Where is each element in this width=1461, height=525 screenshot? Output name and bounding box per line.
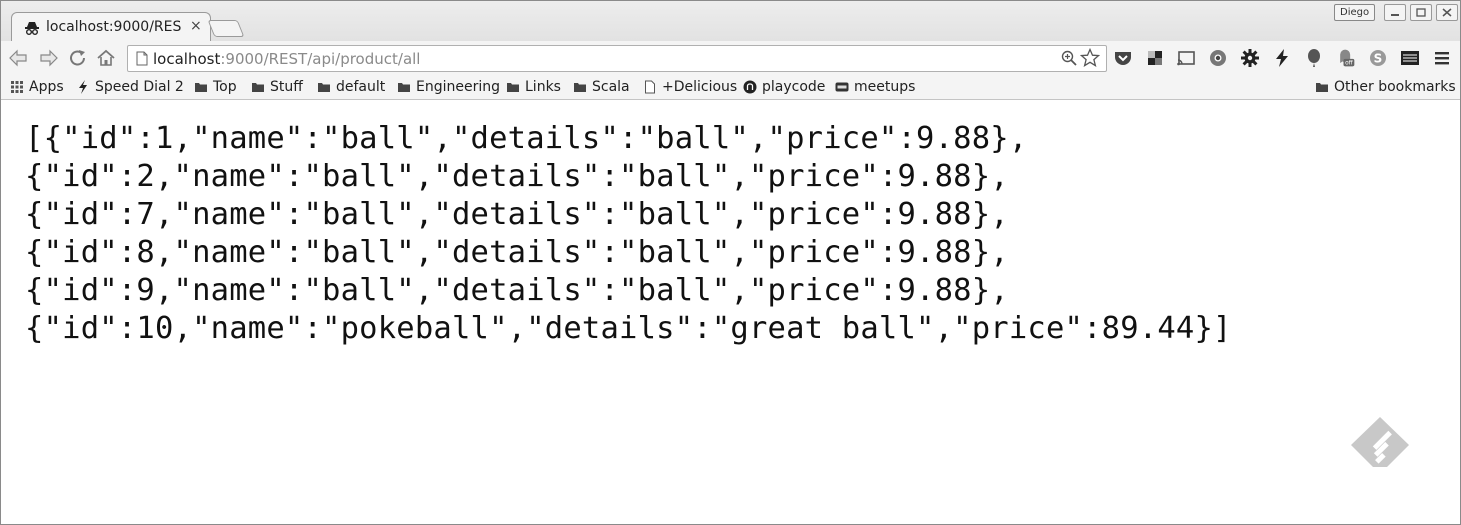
ghostery-off-icon[interactable]: off xyxy=(1336,48,1356,68)
bookmark-star-icon[interactable] xyxy=(1080,48,1100,68)
bookmark-folder-engineering[interactable]: Engineering xyxy=(397,78,500,96)
bookmark-folder-links[interactable]: Links xyxy=(506,78,561,96)
folder-icon xyxy=(1316,83,1328,92)
bookmark-folder-default[interactable]: default xyxy=(317,78,385,96)
folder-icon xyxy=(318,83,330,92)
back-arrow-icon[interactable] xyxy=(7,48,29,68)
feedly-logo-icon[interactable] xyxy=(1345,415,1415,475)
json-line: {"id":8,"name":"ball","details":"ball","… xyxy=(25,235,1009,270)
json-response-body: [{"id":1,"name":"ball","details":"ball",… xyxy=(25,120,1445,348)
json-line: {"id":10,"name":"pokeball","details":"gr… xyxy=(25,311,1232,346)
bookmark-playcode[interactable]: playcode xyxy=(743,78,825,96)
incognito-spy-icon xyxy=(25,22,39,35)
bookmark-folder-stuff[interactable]: Stuff xyxy=(251,78,303,96)
tab-close-icon[interactable]: × xyxy=(190,18,202,34)
bookmark-meetups[interactable]: meetups xyxy=(835,78,915,96)
spreadsheet-icon[interactable] xyxy=(1400,48,1420,68)
tab-active[interactable]: localhost:9000/RES × xyxy=(11,12,211,42)
json-line: {"id":9,"name":"ball","details":"ball","… xyxy=(25,273,1009,308)
balloon-icon[interactable] xyxy=(1304,48,1324,68)
folder-icon xyxy=(252,83,264,92)
apps-grid-icon xyxy=(11,81,23,93)
json-line: [{"id":1,"name":"ball","details":"ball",… xyxy=(25,121,1028,156)
minimize-button[interactable] xyxy=(1384,4,1406,21)
menu-icon[interactable] xyxy=(1432,48,1452,68)
bookmark-folder-scala[interactable]: Scala xyxy=(573,78,630,96)
bookmark-folder-top[interactable]: Top xyxy=(194,78,237,96)
reload-icon[interactable] xyxy=(67,48,89,68)
tab-title: localhost:9000/RES xyxy=(46,19,182,35)
json-line: {"id":2,"name":"ball","details":"ball","… xyxy=(25,159,1009,194)
navigation-toolbar: localhost:9000/REST/api/product/all off … xyxy=(1,41,1460,74)
profile-badge[interactable]: Diego xyxy=(1334,4,1376,21)
page-icon xyxy=(645,80,655,94)
lightning-icon[interactable] xyxy=(1272,48,1292,68)
home-icon[interactable] xyxy=(95,48,117,68)
cast-icon[interactable] xyxy=(1176,48,1196,68)
bookmarks-bar: Apps Speed Dial 2 Top Stuff default Engi… xyxy=(1,74,1460,100)
address-bar[interactable]: localhost:9000/REST/api/product/all xyxy=(127,45,1107,72)
url-text[interactable]: localhost:9000/REST/api/product/all xyxy=(153,50,420,68)
maximize-button[interactable] xyxy=(1410,4,1432,21)
json-line: {"id":7,"name":"ball","details":"ball","… xyxy=(25,197,1009,232)
bookmark-delicious[interactable]: +Delicious xyxy=(643,78,737,96)
folder-icon xyxy=(195,83,207,92)
folder-icon xyxy=(398,83,410,92)
maximize-icon xyxy=(1416,8,1426,17)
gear-icon[interactable] xyxy=(1240,48,1260,68)
close-icon xyxy=(1442,8,1452,17)
svg-text:S: S xyxy=(1374,52,1383,66)
other-bookmarks[interactable]: Other bookmarks xyxy=(1315,78,1456,96)
chromium-icon[interactable] xyxy=(1208,48,1228,68)
new-tab-button[interactable] xyxy=(207,20,245,37)
close-window-button[interactable] xyxy=(1436,4,1458,21)
folder-icon xyxy=(507,83,519,92)
ghostery-off-badge: off xyxy=(1345,61,1354,67)
zoom-icon[interactable] xyxy=(1061,50,1077,66)
forward-arrow-icon[interactable] xyxy=(38,48,60,68)
github-icon xyxy=(743,80,757,94)
delicious-ext-icon[interactable] xyxy=(1145,48,1165,68)
tab-strip: localhost:9000/RES × Diego xyxy=(1,1,1460,42)
skype-icon[interactable]: S xyxy=(1368,48,1388,68)
pocket-icon[interactable] xyxy=(1113,48,1133,68)
page-icon xyxy=(136,51,148,66)
bookmark-apps[interactable]: Apps xyxy=(10,78,64,96)
minimize-icon xyxy=(1391,14,1399,16)
folder-icon xyxy=(574,83,586,92)
lightning-icon xyxy=(79,80,87,94)
bookmark-speed-dial[interactable]: Speed Dial 2 xyxy=(76,78,184,96)
browser-window: localhost:9000/RES × Diego localhost:900… xyxy=(0,0,1461,525)
meetup-icon xyxy=(835,82,849,92)
